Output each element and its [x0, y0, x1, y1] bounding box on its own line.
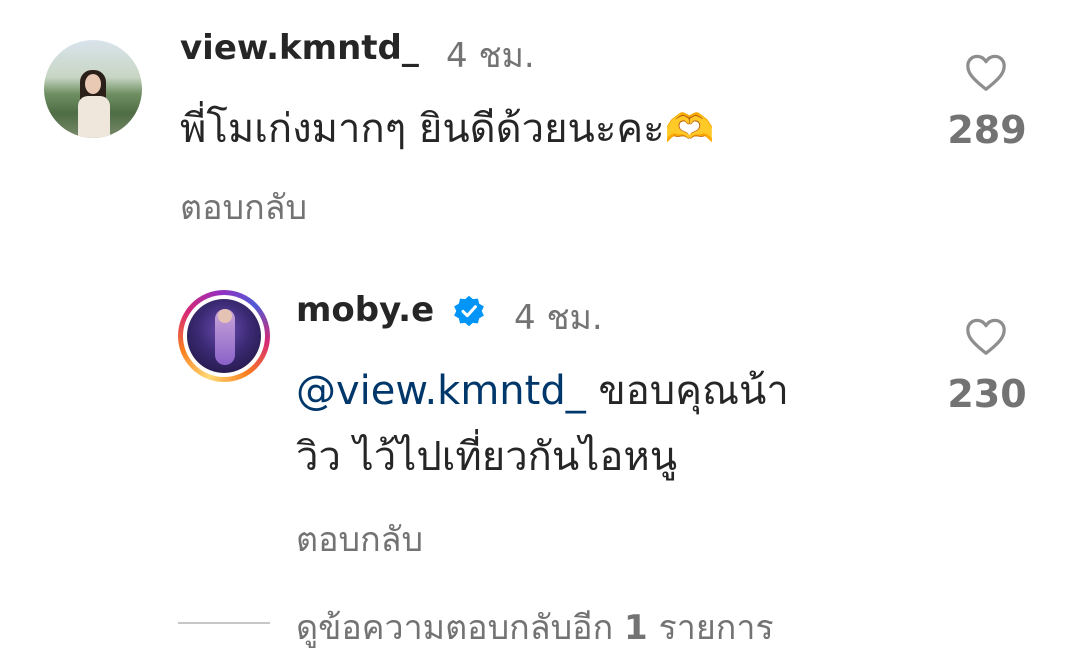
reply-text: @view.kmntd_ ขอบคุณน้า วิว ไว้ไปเที่ยวกั… — [296, 358, 916, 490]
story-ring-avatar[interactable] — [178, 290, 270, 382]
reply-timestamp: 4 ชม. — [514, 298, 603, 338]
reply-text-line2: วิว ไว้ไปเที่ยวกันไอหนู — [296, 434, 678, 480]
verified-badge-icon — [452, 294, 486, 328]
avatar — [187, 299, 261, 373]
view-more-suffix: รายการ — [647, 608, 774, 648]
like-count: 230 — [947, 372, 1027, 416]
view-more-count: 1 — [623, 608, 648, 648]
heart-icon[interactable] — [964, 316, 1008, 356]
comment-timestamp: 4 ชม. — [446, 36, 535, 76]
reply-button[interactable]: ตอบกลับ — [180, 180, 307, 234]
comment-username[interactable]: view.kmntd_ — [180, 28, 419, 68]
view-more-replies-button[interactable]: ดูข้อความตอบกลับอีก 1 รายการ — [296, 600, 774, 654]
heart-icon[interactable] — [964, 52, 1008, 92]
mention-link[interactable]: @view.kmntd_ — [296, 368, 586, 414]
reply-text-line1: ขอบคุณน้า — [585, 368, 789, 414]
avatar[interactable] — [44, 40, 142, 138]
like-count: 289 — [947, 108, 1027, 152]
reply-button[interactable]: ตอบกลับ — [296, 512, 423, 566]
divider — [178, 622, 270, 624]
reply-username[interactable]: moby.e — [296, 290, 434, 330]
comment-text: พี่โมเก่งมากๆ ยินดีด้วยนะคะ🫶 — [180, 106, 715, 152]
view-more-prefix: ดูข้อความตอบกลับอีก — [296, 608, 624, 648]
